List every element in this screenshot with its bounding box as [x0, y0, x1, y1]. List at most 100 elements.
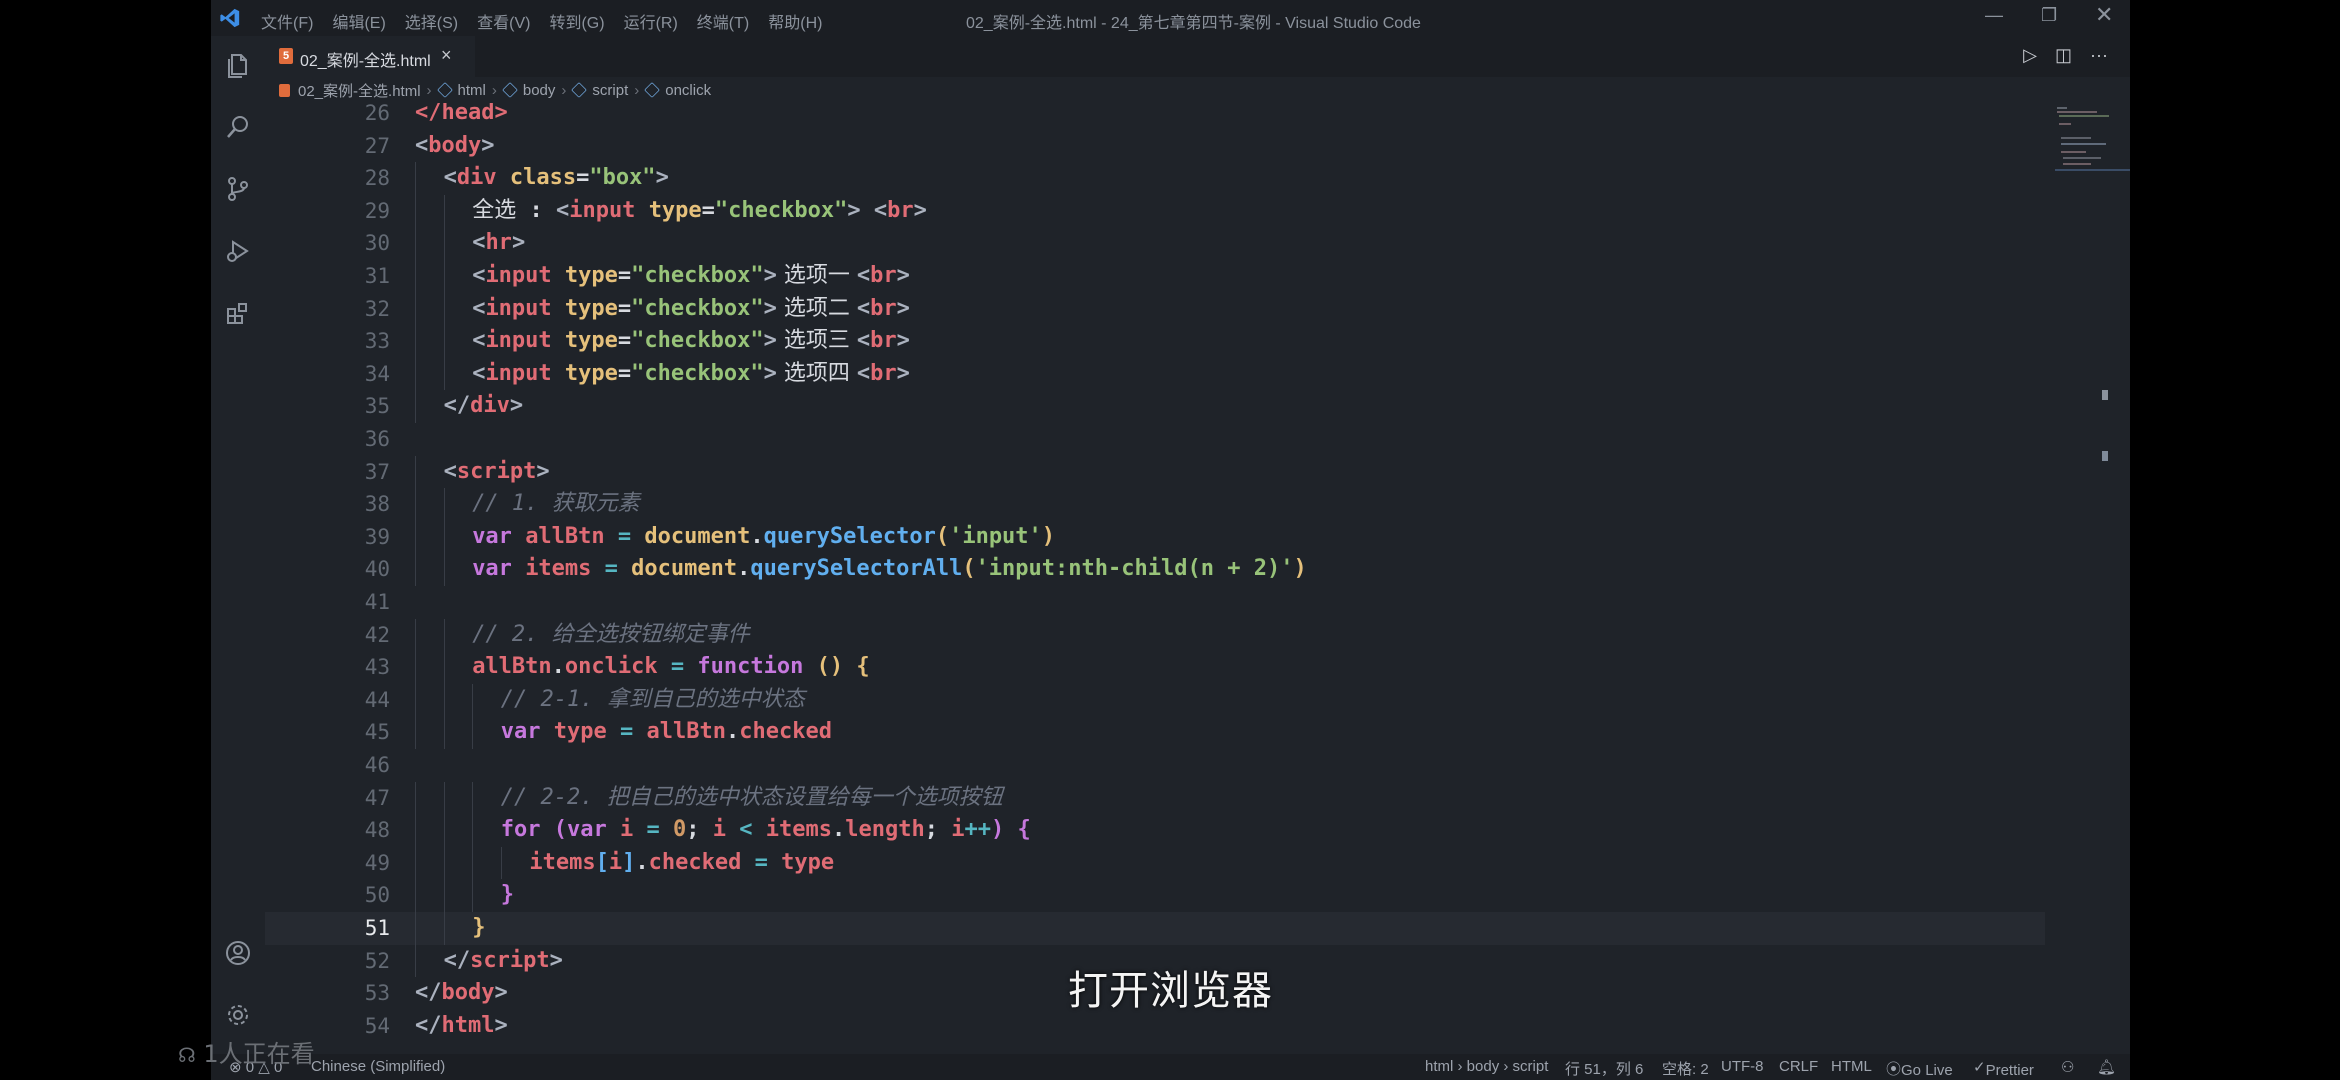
- status-bar: ⊗ 0 △ 0 Chinese (Simplified) html › body…: [211, 1054, 2130, 1080]
- menu-view[interactable]: 查看(V): [477, 9, 530, 33]
- element-icon: [644, 82, 661, 98]
- indent-guide: [443, 846, 445, 880]
- menu-edit[interactable]: 编辑(E): [332, 9, 385, 33]
- minimap[interactable]: [2055, 103, 2130, 183]
- menu-go[interactable]: 转到(G): [549, 9, 604, 33]
- source-control-icon[interactable]: [224, 175, 252, 203]
- editor-actions: ▷ ◫ ···: [2023, 45, 2108, 66]
- eol-status[interactable]: CRLF: [1779, 1058, 1818, 1075]
- indentation-status[interactable]: 空格: 2: [1662, 1058, 1709, 1079]
- code-line[interactable]: 44 // 2-1. 拿到自己的选中状态: [265, 683, 2045, 717]
- close-tab-icon[interactable]: ×: [441, 45, 452, 66]
- code-line[interactable]: 38 // 1. 获取元素: [265, 488, 2045, 521]
- language-pack-status[interactable]: Chinese (Simplified): [311, 1058, 445, 1075]
- menu-selection[interactable]: 选择(S): [405, 9, 458, 33]
- code-token: 'input': [949, 523, 1042, 549]
- code-line[interactable]: 46: [265, 749, 2045, 782]
- code-text: var type = allBtn.checked: [501, 716, 832, 749]
- cursor-position[interactable]: 行 51，列 6: [1565, 1058, 1643, 1079]
- status-path[interactable]: html › body › script: [1425, 1058, 1548, 1075]
- code-token: "checkbox": [631, 263, 764, 288]
- menu-run[interactable]: 运行(R): [624, 9, 678, 33]
- code-line[interactable]: 41: [265, 586, 2045, 619]
- go-live-button[interactable]: ⦿ Go Live: [1886, 1058, 1953, 1079]
- code-line[interactable]: 34 <input type="checkbox"> 选项四 <br>: [265, 357, 2045, 391]
- code-line[interactable]: 40 var items = document.querySelectorAll(…: [265, 553, 2045, 586]
- accounts-icon[interactable]: [224, 939, 252, 967]
- indent-guide: [443, 912, 445, 945]
- encoding-status[interactable]: UTF-8: [1721, 1058, 1764, 1075]
- run-file-icon[interactable]: ▷: [2023, 45, 2037, 66]
- line-number: 30: [364, 231, 390, 256]
- code-line[interactable]: 43 allBtn.onclick = function () {: [265, 651, 2045, 684]
- indent-guide: [415, 716, 416, 749]
- code-line[interactable]: 31 <input type="checkbox"> 选项一 <br>: [265, 260, 2045, 293]
- code-token: items: [525, 556, 592, 582]
- code-line[interactable]: 36: [265, 423, 2045, 456]
- breadcrumb-html[interactable]: html: [458, 82, 486, 99]
- code-token: }: [500, 882, 515, 908]
- code-line[interactable]: 28 <div class="box">: [265, 162, 2045, 195]
- notifications-bell-icon[interactable]: 🔔︎: [2097, 1058, 2116, 1076]
- prettier-status[interactable]: ✓ Prettier: [1973, 1058, 2034, 1079]
- search-icon[interactable]: [224, 113, 252, 141]
- restore-icon[interactable]: ❐: [2041, 5, 2057, 26]
- code-line[interactable]: 30 <hr>: [265, 227, 2045, 260]
- run-debug-icon[interactable]: [224, 237, 252, 265]
- indent-guide: [443, 781, 445, 815]
- split-editor-icon[interactable]: ◫: [2055, 45, 2072, 66]
- code-line[interactable]: 42 // 2. 给全选按钮绑定事件: [265, 618, 2045, 652]
- code-line[interactable]: 33 <input type="checkbox"> 选项三 <br>: [265, 325, 2045, 358]
- code-token: =: [617, 328, 632, 354]
- line-number: 41: [364, 590, 390, 614]
- feedback-icon[interactable]: ⚇: [2061, 1058, 2074, 1076]
- breadcrumb-script[interactable]: script: [592, 82, 628, 99]
- code-line[interactable]: 45 var type = allBtn.checked: [265, 716, 2045, 749]
- go-live-label: Go Live: [1901, 1062, 1953, 1079]
- menu-terminal[interactable]: 终端(T): [697, 9, 749, 33]
- breadcrumb-file[interactable]: 02_案例-全选.html: [298, 80, 421, 101]
- indent-guide: [443, 814, 445, 847]
- code-line[interactable]: 37 <script>: [265, 455, 2045, 489]
- menu-file[interactable]: 文件(F): [261, 9, 313, 33]
- indent-guide: [415, 194, 416, 228]
- code-line[interactable]: 26 </head>: [265, 103, 2045, 130]
- code-token: 选项一: [776, 263, 857, 288]
- code-token: <: [472, 263, 486, 288]
- code-line[interactable]: 29 全选 : <input type="checkbox"> <br>: [265, 194, 2045, 228]
- minimize-icon[interactable]: —: [1985, 5, 2003, 26]
- tab-02-html[interactable]: 5 02_案例-全选.html ×: [265, 36, 475, 77]
- code-line[interactable]: 47 // 2-2. 把自己的选中状态设置给每一个选项按钮: [265, 781, 2045, 815]
- code-token: i: [608, 849, 623, 875]
- code-token: body: [441, 980, 495, 1006]
- code-line[interactable]: 32 <input type="checkbox"> 选项二 <br>: [265, 292, 2045, 326]
- menu-help[interactable]: 帮助(H): [768, 9, 822, 33]
- more-actions-icon[interactable]: ···: [2090, 45, 2108, 66]
- explorer-icon[interactable]: [224, 51, 252, 79]
- code-editor[interactable]: 26 </head> 27 <body> 28 <div class="box"> 29 全选…: [265, 103, 2130, 1054]
- breadcrumb-body[interactable]: body: [523, 82, 556, 99]
- code-token: type: [553, 719, 607, 745]
- close-window-icon[interactable]: ✕: [2095, 2, 2113, 28]
- indent-guide: [500, 846, 502, 880]
- code-line[interactable]: 48 for (var i = 0; i < items.length; i++)…: [265, 814, 2045, 847]
- code-token: // 2. 给全选按钮绑定事件: [472, 621, 750, 647]
- code-text: <script>: [444, 456, 550, 489]
- settings-gear-icon[interactable]: [224, 1001, 252, 1029]
- code-line[interactable]: 35 </div>: [265, 390, 2045, 423]
- code-line[interactable]: 49 items[i].checked = type: [265, 846, 2045, 880]
- code-line[interactable]: 51}: [265, 912, 2045, 945]
- code-token: checked: [648, 849, 742, 875]
- code-token: >: [763, 263, 777, 288]
- code-line[interactable]: 27 <body>: [265, 130, 2045, 163]
- extensions-icon[interactable]: [224, 299, 252, 327]
- language-mode-status[interactable]: HTML: [1831, 1058, 1872, 1075]
- code-token: >: [494, 1012, 508, 1038]
- breadcrumb-onclick[interactable]: onclick: [665, 82, 711, 99]
- code-line[interactable]: 50}: [265, 879, 2045, 912]
- code-token: .: [551, 654, 565, 680]
- code-line[interactable]: 39 var allBtn = document.querySelector('i…: [265, 520, 2045, 554]
